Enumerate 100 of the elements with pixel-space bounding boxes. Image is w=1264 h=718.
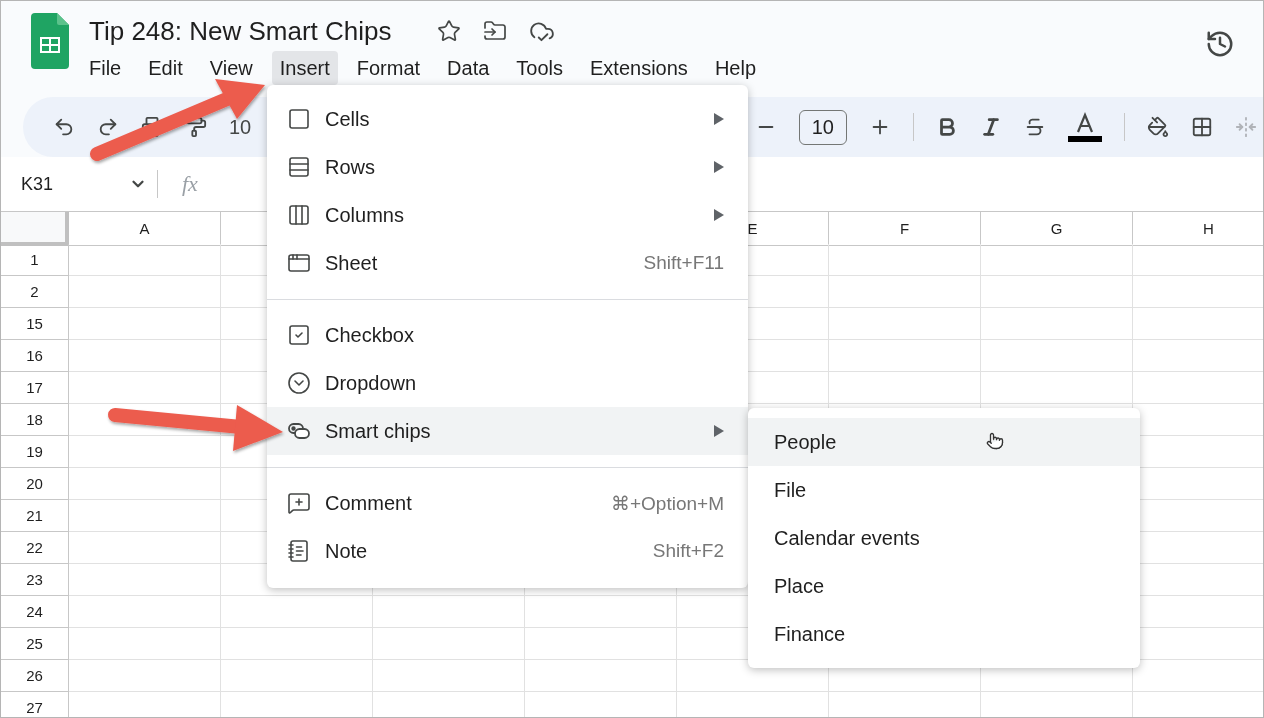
hand-cursor-icon — [986, 432, 1004, 450]
grid-cell[interactable] — [829, 340, 981, 372]
window-icon — [287, 251, 311, 275]
submenu-item[interactable]: People — [748, 418, 1140, 466]
row-header[interactable]: 15 — [1, 308, 69, 340]
shortcut-text: Shift+F2 — [652, 540, 724, 562]
checkbox-icon — [287, 323, 311, 347]
row-header[interactable]: 21 — [1, 500, 69, 532]
submenu-arrow-icon — [714, 113, 724, 125]
menu-bar-item[interactable]: Insert — [271, 51, 338, 85]
grid-cell[interactable] — [981, 244, 1133, 276]
row-header[interactable]: 23 — [1, 564, 69, 596]
grid-cell[interactable] — [69, 628, 221, 660]
row-header[interactable]: 26 — [1, 660, 69, 692]
grid-cell[interactable] — [69, 564, 221, 596]
menu-bar-item[interactable]: File — [81, 51, 130, 85]
dropdown-icon — [287, 371, 311, 395]
menu-item[interactable]: Note Shift+F2 — [267, 527, 748, 575]
row-header[interactable]: 22 — [1, 532, 69, 564]
grid-cell[interactable] — [69, 244, 221, 276]
comment-add-icon — [287, 491, 311, 515]
grid-cell[interactable] — [69, 660, 221, 692]
submenu-item[interactable]: Place — [748, 562, 1140, 610]
select-all-corner[interactable] — [1, 212, 69, 246]
grid-cell[interactable] — [829, 244, 981, 276]
grid-cell[interactable] — [69, 532, 221, 564]
grid-cell[interactable] — [373, 596, 525, 628]
menu-bar-item[interactable]: Data — [439, 51, 498, 85]
grid-cell[interactable] — [69, 500, 221, 532]
grid-cell[interactable] — [981, 372, 1133, 404]
redo-icon[interactable] — [97, 116, 119, 138]
menu-item[interactable]: Dropdown — [267, 359, 748, 407]
merge-icon[interactable] — [1235, 116, 1257, 138]
row-header[interactable]: 1 — [1, 244, 69, 276]
menu-item[interactable]: Comment ⌘+Option+M — [267, 479, 748, 527]
menu-bar-item[interactable]: Edit — [140, 51, 191, 85]
history-icon[interactable] — [1205, 29, 1235, 59]
menu-item[interactable]: Rows — [267, 143, 748, 191]
italic-icon[interactable] — [980, 116, 1002, 138]
row-header[interactable]: 16 — [1, 340, 69, 372]
menu-bar-item[interactable]: Tools — [508, 51, 572, 85]
star-icon[interactable] — [437, 19, 462, 43]
row-header[interactable]: 20 — [1, 468, 69, 500]
menu-bar-item[interactable]: View — [201, 51, 261, 85]
grid-cell[interactable] — [373, 628, 525, 660]
menu-bar-item[interactable]: Format — [348, 51, 429, 85]
menu-item[interactable]: Smart chips — [267, 407, 748, 455]
grid-cell[interactable] — [525, 660, 677, 692]
borders-icon[interactable] — [1191, 116, 1213, 138]
sheets-logo[interactable] — [31, 13, 69, 69]
paint-roller-icon[interactable] — [185, 116, 207, 138]
row-header[interactable]: 17 — [1, 372, 69, 404]
grid-cell[interactable] — [69, 308, 221, 340]
name-box[interactable]: K31 — [21, 173, 119, 195]
grid-cell[interactable] — [69, 404, 221, 436]
submenu-item[interactable]: Calendar events — [748, 514, 1140, 562]
grid-cell[interactable] — [221, 660, 373, 692]
grid-cell[interactable] — [525, 596, 677, 628]
font-size-field[interactable]: 10 — [798, 109, 847, 145]
note-icon — [287, 539, 311, 563]
shortcut-text: Shift+F11 — [643, 252, 724, 274]
grid-cell[interactable] — [829, 372, 981, 404]
submenu-arrow-icon — [714, 425, 724, 437]
grid-cell[interactable] — [221, 596, 373, 628]
undo-icon[interactable] — [53, 116, 75, 138]
column-header[interactable]: F — [829, 212, 981, 246]
strikethrough-icon[interactable] — [1024, 116, 1046, 138]
rows-icon — [287, 155, 311, 179]
submenu-item[interactable]: File — [748, 466, 1140, 514]
fill-color-icon[interactable] — [1147, 116, 1169, 138]
folder-icon[interactable] — [483, 19, 508, 43]
grid-cell[interactable] — [981, 340, 1133, 372]
menu-item[interactable]: Cells — [267, 95, 748, 143]
grid-cell[interactable] — [69, 596, 221, 628]
row-header[interactable]: 25 — [1, 628, 69, 660]
menu-item[interactable]: Checkbox — [267, 311, 748, 359]
columns-icon — [287, 203, 311, 227]
text-color-icon[interactable] — [1068, 112, 1102, 142]
column-header[interactable]: A — [69, 212, 221, 246]
menu-bar-item[interactable]: Extensions — [582, 51, 696, 85]
grid-cell[interactable] — [69, 372, 221, 404]
fx-label: fx — [182, 171, 198, 197]
grid-cell[interactable] — [69, 468, 221, 500]
document-title[interactable]: Tip 248: New Smart Chips — [89, 15, 392, 47]
row-header[interactable]: 18 — [1, 404, 69, 436]
submenu-arrow-icon — [714, 209, 724, 221]
zoom-level[interactable]: 10 — [229, 115, 252, 139]
row-header[interactable]: 27 — [1, 692, 69, 717]
grid-cell[interactable] — [69, 340, 221, 372]
submenu-item[interactable]: Finance — [748, 610, 1140, 658]
submenu-arrow-icon — [714, 161, 724, 173]
row-header[interactable]: 2 — [1, 276, 69, 308]
grid-cell[interactable] — [221, 628, 373, 660]
row-header[interactable]: 19 — [1, 436, 69, 468]
row-header[interactable]: 24 — [1, 596, 69, 628]
menu-bar-item[interactable]: Help — [706, 51, 764, 85]
grid-cell[interactable] — [69, 436, 221, 468]
column-header[interactable]: G — [981, 212, 1133, 246]
grid-cell[interactable] — [525, 628, 677, 660]
grid-cell[interactable] — [373, 660, 525, 692]
